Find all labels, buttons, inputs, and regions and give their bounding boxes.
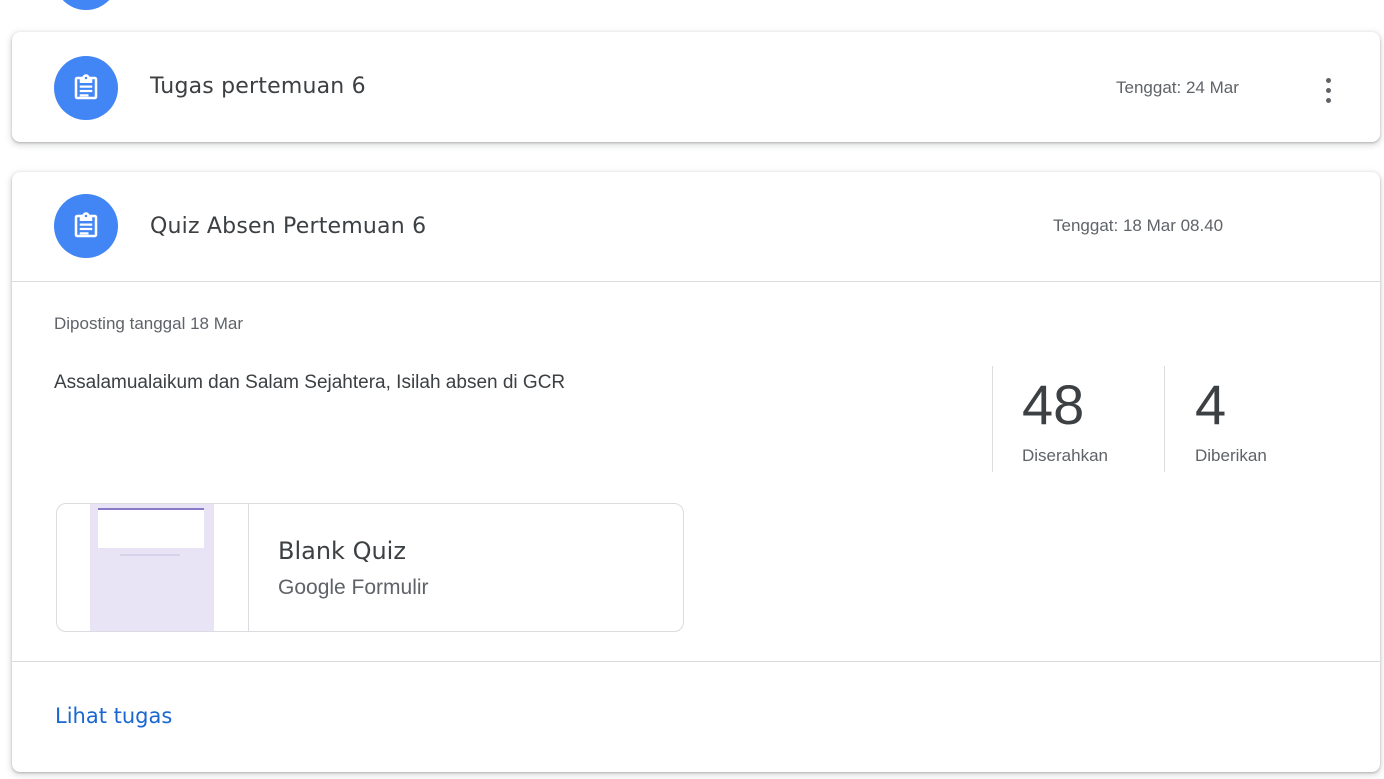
assigned-count[interactable]: 4 [1195, 372, 1226, 437]
attachment-title: Blank Quiz [278, 537, 406, 565]
more-options-icon[interactable] [1318, 70, 1338, 110]
submitted-label: Diserahkan [1022, 446, 1108, 465]
attachment-thumbnail [57, 504, 249, 631]
assignment-icon [54, 56, 118, 120]
assignment-card-expanded: Quiz Absen Pertemuan 6 Tenggat: 18 Mar 0… [12, 172, 1380, 772]
due-date: Tenggat: 18 Mar 08.40 [1053, 216, 1224, 235]
assignment-title[interactable]: Quiz Absen Pertemuan 6 [150, 214, 426, 239]
assignment-title[interactable]: Tugas pertemuan 6 [150, 74, 366, 99]
due-date: Tenggat: 24 Mar [1116, 78, 1239, 97]
stat-divider [1164, 366, 1165, 472]
stat-divider [992, 366, 993, 472]
header-divider [12, 281, 1380, 282]
assignment-icon [54, 194, 118, 258]
submitted-count[interactable]: 48 [1022, 372, 1084, 437]
assignment-card[interactable]: Tugas pertemuan 6 Tenggat: 24 Mar [12, 32, 1380, 142]
previous-assignment-icon [54, 0, 118, 10]
view-assignment-link[interactable]: Lihat tugas [55, 704, 172, 728]
assigned-label: Diberikan [1195, 446, 1267, 465]
assignment-description: Assalamualaikum dan Salam Sejahtera, Isi… [54, 372, 566, 393]
footer-divider [12, 661, 1380, 662]
attachment-card[interactable]: Blank Quiz Google Formulir [56, 503, 684, 632]
attachment-type: Google Formulir [278, 576, 429, 599]
posted-date: Diposting tanggal 18 Mar [54, 314, 244, 333]
